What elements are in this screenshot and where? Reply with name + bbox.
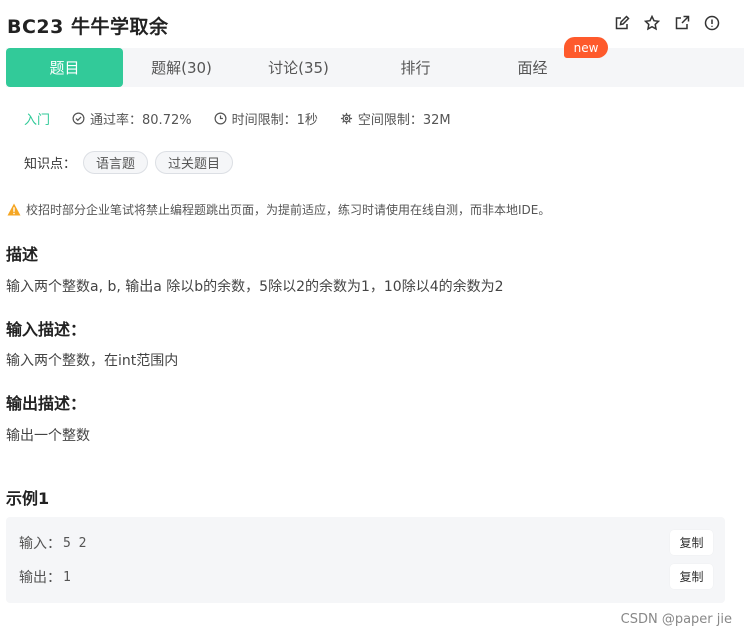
clock-icon bbox=[214, 112, 227, 124]
space-limit-text: 空间限制：32M bbox=[357, 112, 451, 128]
chip-icon bbox=[340, 112, 352, 124]
tab-solutions[interactable]: 题解(30) bbox=[123, 48, 240, 87]
example-output-value: 1 bbox=[63, 569, 71, 585]
output-description-text: 输出一个整数 bbox=[6, 428, 90, 444]
tab-ranking[interactable]: 排行 bbox=[357, 48, 474, 87]
share-icon[interactable] bbox=[673, 14, 691, 32]
tab-problem[interactable]: 题目 bbox=[6, 48, 123, 87]
new-badge: new bbox=[564, 37, 608, 58]
example-input-label: 输入： bbox=[19, 536, 61, 552]
report-icon[interactable] bbox=[703, 14, 721, 32]
output-description-heading: 输出描述： bbox=[6, 394, 87, 413]
problem-title: BC23 牛牛学取余 bbox=[7, 16, 169, 38]
problem-tabs: 题目 题解(30) 讨论(35) 排行 面经 bbox=[6, 48, 744, 87]
difficulty-label: 入门 bbox=[24, 112, 51, 128]
example-box: 输入： 5 2 复制 输出： 1 复制 bbox=[6, 517, 725, 603]
knowledge-points: 知识点： 语言题 过关题目 bbox=[24, 150, 234, 174]
example-output-row: 输出： 1 bbox=[19, 567, 71, 587]
example-input-row: 输入： 5 2 bbox=[19, 533, 86, 553]
pass-rate: 通过率：80.72% bbox=[72, 109, 192, 128]
knowledge-tag[interactable]: 语言题 bbox=[83, 150, 149, 174]
edit-icon[interactable] bbox=[613, 14, 631, 32]
input-description-text: 输入两个整数，在int范围内 bbox=[6, 353, 179, 369]
time-limit-text: 时间限制：1秒 bbox=[231, 112, 318, 128]
pass-rate-text: 通过率：80.72% bbox=[90, 112, 192, 128]
star-icon[interactable] bbox=[643, 14, 661, 32]
knowledge-label: 知识点： bbox=[24, 156, 77, 172]
input-description-heading: 输入描述： bbox=[6, 320, 87, 339]
problem-header: BC23 牛牛学取余 bbox=[0, 0, 748, 48]
warning-icon bbox=[7, 203, 21, 216]
check-circle-icon bbox=[72, 112, 85, 124]
example-output-label: 输出： bbox=[19, 570, 61, 586]
warning-text: 校招时部分企业笔试将禁止编程题跳出页面，为提前适应，练习时请使用在线自测，而非本… bbox=[26, 203, 551, 217]
knowledge-tag[interactable]: 过关题目 bbox=[155, 150, 234, 174]
example-input-value: 5 2 bbox=[63, 535, 87, 551]
copy-input-button[interactable]: 复制 bbox=[670, 530, 713, 555]
csdn-watermark: CSDN @paper jie bbox=[620, 612, 732, 627]
tab-discussion[interactable]: 讨论(35) bbox=[240, 48, 357, 87]
copy-output-button[interactable]: 复制 bbox=[670, 564, 713, 589]
description-text: 输入两个整数a, b, 输出a 除以b的余数，5除以2的余数为1，10除以4的余… bbox=[6, 279, 504, 295]
space-limit: 空间限制：32M bbox=[340, 109, 451, 128]
exam-warning: 校招时部分企业笔试将禁止编程题跳出页面，为提前适应，练习时请使用在线自测，而非本… bbox=[7, 201, 550, 218]
header-actions bbox=[613, 14, 721, 32]
time-limit: 时间限制：1秒 bbox=[214, 109, 318, 128]
example-heading: 示例1 bbox=[6, 489, 50, 508]
description-heading: 描述 bbox=[6, 245, 39, 264]
problem-meta: 入门 通过率：80.72% 时间限制：1秒 空间限制：32M bbox=[24, 108, 473, 128]
